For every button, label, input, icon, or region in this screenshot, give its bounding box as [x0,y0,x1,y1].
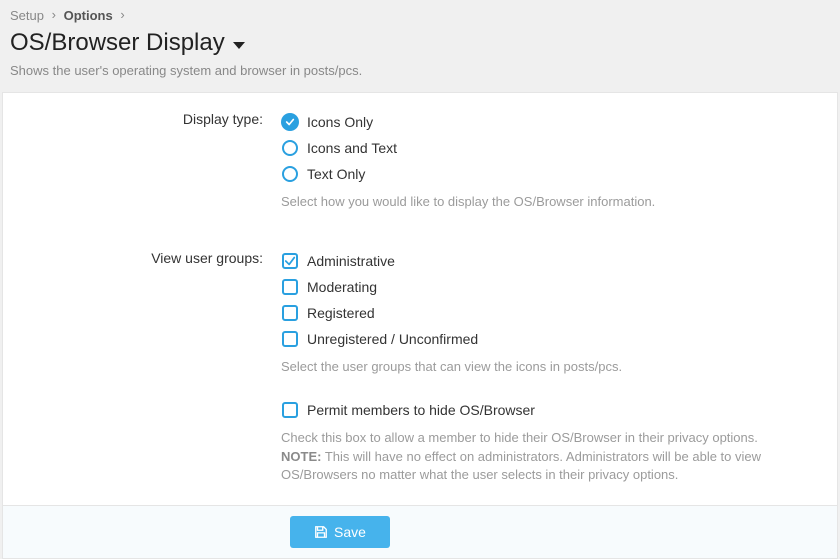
checkbox-unchecked-icon [281,330,299,348]
save-button-label: Save [334,524,366,540]
checkbox-unchecked-icon [281,304,299,322]
panel-footer: Save [3,505,837,558]
radio-label: Text Only [307,166,365,182]
radio-checked-icon [281,113,299,131]
page-description: Shows the user's operating system and br… [0,63,840,92]
checkbox-unchecked-icon [281,278,299,296]
breadcrumb-setup[interactable]: Setup [10,8,44,23]
radio-icons-only[interactable]: Icons Only [281,109,799,135]
checkbox-permit-hide[interactable]: Permit members to hide OS/Browser [281,397,799,423]
checkbox-moderating[interactable]: Moderating [281,274,799,300]
save-icon [314,525,328,539]
radio-icons-and-text[interactable]: Icons and Text [281,135,799,161]
checkbox-unchecked-icon [281,401,299,419]
view-groups-label: View user groups: [21,248,281,497]
save-button[interactable]: Save [290,516,390,548]
display-type-label: Display type: [21,109,281,224]
checkbox-checked-icon [281,252,299,270]
radio-label: Icons and Text [307,140,397,156]
radio-unchecked-icon [281,139,299,157]
page-title-text: OS/Browser Display [10,29,225,57]
view-groups-hint: Select the user groups that can view the… [281,352,799,389]
chevron-right-icon: › [120,7,124,22]
checkbox-label: Unregistered / Unconfirmed [307,331,478,347]
radio-text-only[interactable]: Text Only [281,161,799,187]
checkbox-unregistered[interactable]: Unregistered / Unconfirmed [281,326,799,352]
radio-label: Icons Only [307,114,373,130]
checkbox-label: Permit members to hide OS/Browser [307,402,535,418]
caret-down-icon [233,42,245,49]
radio-unchecked-icon [281,165,299,183]
page-title-dropdown[interactable]: OS/Browser Display [0,27,840,63]
checkbox-administrative[interactable]: Administrative [281,248,799,274]
display-type-hint: Select how you would like to display the… [281,187,799,224]
checkbox-registered[interactable]: Registered [281,300,799,326]
permit-hint: Check this box to allow a member to hide… [281,423,799,498]
checkbox-label: Registered [307,305,375,321]
settings-panel: Display type: Icons Only Icons and Text … [2,92,838,559]
chevron-right-icon: › [52,7,56,22]
breadcrumb: Setup › Options › [0,0,840,27]
checkbox-label: Administrative [307,253,395,269]
checkbox-label: Moderating [307,279,377,295]
breadcrumb-options[interactable]: Options [64,8,113,23]
